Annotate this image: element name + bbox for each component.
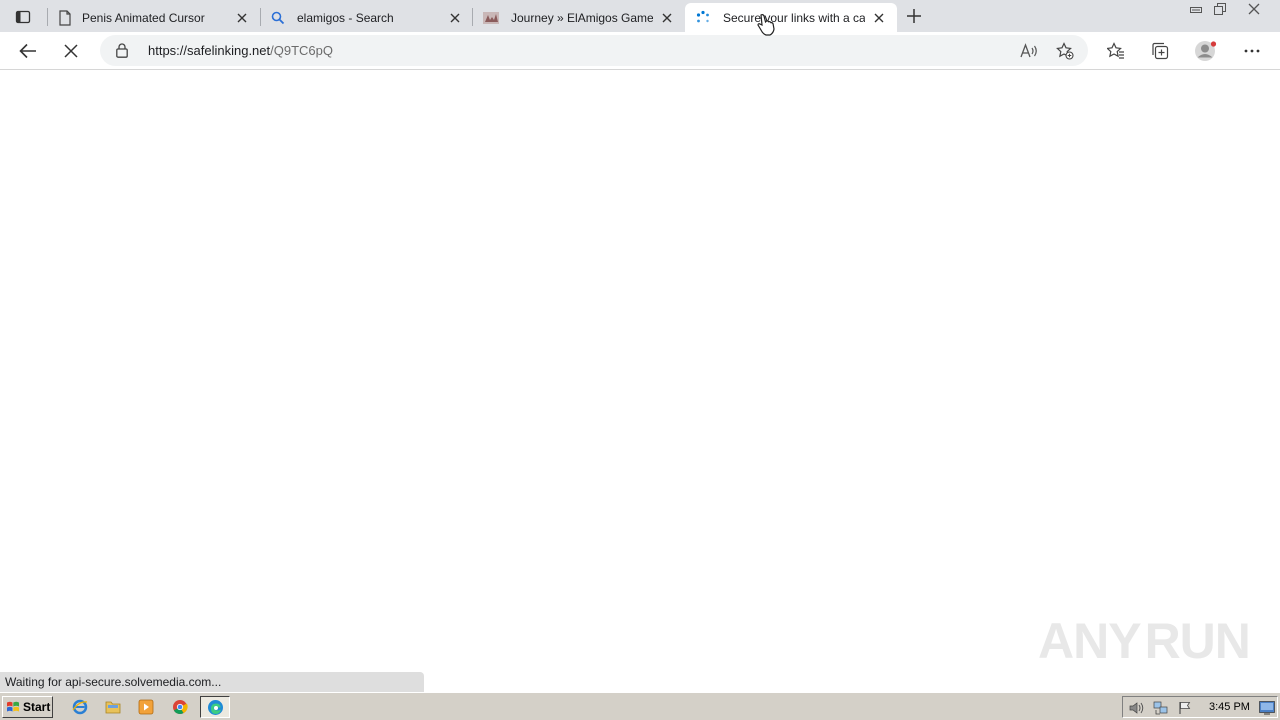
close-icon[interactable]	[659, 10, 675, 26]
lock-icon[interactable]	[116, 43, 128, 61]
page-content	[0, 71, 1280, 692]
start-label: Start	[23, 700, 51, 714]
favorites-button[interactable]	[1101, 37, 1131, 65]
star-add-icon	[1056, 42, 1074, 60]
back-button[interactable]	[13, 37, 43, 65]
collections-icon	[1152, 42, 1169, 60]
clock: 3:45 PM	[1209, 701, 1250, 713]
start-button[interactable]: Start	[2, 696, 53, 718]
tab-secure-your-links[interactable]: Secure your links with a cap	[685, 3, 897, 32]
url-text[interactable]: https://safelinking.net/Q9TC6pQ	[148, 43, 333, 58]
close-icon[interactable]	[871, 10, 887, 26]
loading-icon	[696, 10, 709, 22]
read-aloud-icon	[1020, 43, 1037, 58]
anyrun-watermark: ANY RUN	[1038, 610, 1251, 672]
windows-logo-icon	[7, 701, 19, 712]
media-player-icon	[138, 699, 154, 715]
favorites-icon	[1107, 42, 1124, 59]
stop-loading-button[interactable]	[56, 37, 86, 65]
minimize-button[interactable]	[1184, 0, 1208, 18]
tab-title: elamigos - Search	[297, 10, 394, 25]
screen: Penis Animated Cursor elamigos - Search …	[0, 0, 1280, 720]
close-icon[interactable]	[447, 10, 463, 26]
tab-title: Secure your links with a cap	[723, 10, 865, 25]
taskbar: Start 3:45 PM	[0, 692, 1280, 720]
browser-toolbar: https://safelinking.net/Q9TC6pQ	[0, 32, 1280, 70]
read-aloud-button[interactable]	[1017, 39, 1041, 63]
hand-cursor-icon	[757, 14, 775, 36]
media-player-launcher[interactable]	[137, 698, 155, 716]
plus-icon	[907, 9, 921, 23]
more-icon	[1244, 49, 1260, 53]
url-path: /Q9TC6pQ	[270, 43, 333, 58]
chrome-icon	[173, 700, 188, 714]
watermark-right: RUN	[1144, 613, 1251, 669]
tab-title: Journey » ElAmigos Games	[511, 10, 653, 25]
tab-journey-elamigos[interactable]: Journey » ElAmigos Games	[473, 3, 685, 32]
page-icon	[59, 9, 71, 26]
close-window-icon	[1248, 3, 1260, 15]
system-tray: 3:45 PM	[1122, 696, 1278, 718]
stop-icon	[64, 44, 78, 58]
tab-actions-button[interactable]	[10, 6, 36, 28]
volume-icon[interactable]	[1129, 700, 1145, 716]
add-favorite-button[interactable]	[1053, 39, 1077, 63]
tab-strip: Penis Animated Cursor elamigos - Search …	[0, 0, 1280, 32]
internet-explorer-icon	[72, 699, 88, 715]
url-host: https://safelinking.net	[148, 43, 271, 58]
close-window-button[interactable]	[1242, 0, 1266, 18]
ie-launcher[interactable]	[71, 698, 89, 716]
restore-icon	[1214, 3, 1226, 15]
status-bar: Waiting for api-secure.solvemedia.com...	[0, 672, 424, 692]
collections-button[interactable]	[1145, 37, 1175, 65]
minimize-icon	[1190, 7, 1202, 13]
tab-title: Penis Animated Cursor	[82, 10, 205, 25]
profile-button[interactable]	[1191, 37, 1221, 65]
edge-icon	[208, 700, 223, 715]
search-icon	[271, 11, 285, 24]
network-icon[interactable]	[1153, 700, 1169, 716]
tab-penis-animated-cursor[interactable]: Penis Animated Cursor	[48, 3, 260, 32]
back-arrow-icon	[19, 43, 36, 59]
show-desktop-icon[interactable]	[1259, 700, 1275, 716]
edge-taskbar-button[interactable]	[200, 696, 230, 718]
close-icon[interactable]	[234, 10, 250, 26]
settings-more-button[interactable]	[1237, 37, 1267, 65]
chrome-launcher[interactable]	[171, 698, 189, 716]
site-icon	[483, 11, 499, 24]
tab-elamigos-search[interactable]: elamigos - Search	[261, 3, 473, 32]
address-bar[interactable]: https://safelinking.net/Q9TC6pQ	[100, 35, 1088, 66]
flag-icon[interactable]	[1177, 700, 1193, 716]
new-tab-button[interactable]	[903, 5, 925, 27]
folder-icon	[105, 701, 121, 714]
explorer-launcher[interactable]	[104, 698, 122, 716]
avatar-icon	[1195, 41, 1217, 61]
watermark-left: ANY	[1038, 613, 1142, 669]
restore-button[interactable]	[1208, 0, 1232, 18]
tab-actions-icon	[15, 10, 31, 24]
